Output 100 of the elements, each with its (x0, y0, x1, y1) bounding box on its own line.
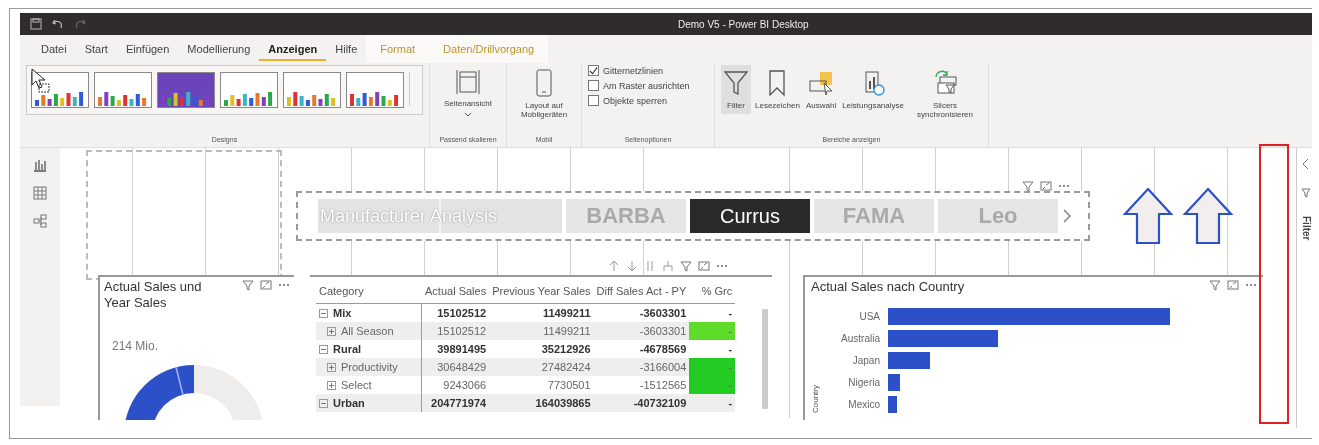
logo-text: FAMA (842, 203, 906, 229)
save-icon[interactable] (30, 18, 42, 30)
expand-icon[interactable] (327, 362, 336, 372)
filter-icon[interactable] (242, 279, 254, 291)
pane-button[interactable]: Slicers synchronisieren (908, 65, 982, 123)
checkbox[interactable]: Am Raster ausrichten (588, 80, 690, 91)
table-cell: -40732109 (593, 394, 690, 412)
focus-mode-icon[interactable] (1227, 279, 1239, 291)
collapse-icon[interactable] (319, 398, 328, 408)
column-header[interactable]: % Grc (689, 277, 736, 304)
ribbon-tab[interactable]: Einfügen (116, 35, 179, 63)
sync-icon (932, 69, 958, 97)
table-cell: -1512565 (593, 376, 690, 394)
window-title: Demo V5 - Power BI Desktop (678, 18, 809, 30)
table-cell: -3166004 (593, 358, 690, 376)
column-header[interactable]: Diff Sales Act - PY (593, 277, 690, 304)
table-cell: - (689, 340, 736, 358)
table-cell: - (689, 376, 736, 394)
theme-thumbnail[interactable] (220, 72, 278, 108)
logo-text: Currus (720, 204, 780, 228)
ribbon-tab[interactable]: Start (75, 35, 117, 63)
redo-icon[interactable] (74, 18, 86, 30)
pane-label[interactable]: Filter (1300, 216, 1312, 241)
expand-hierarchy-icon[interactable] (662, 260, 674, 272)
table-cell: - (689, 394, 736, 412)
logo-text: BARBA (586, 203, 666, 229)
axis-label: Australia (840, 333, 880, 344)
table-icon[interactable] (33, 186, 47, 200)
theme-thumbnail[interactable] (346, 72, 404, 108)
table-cell: 39891495 (422, 340, 490, 358)
theme-thumbnail[interactable] (157, 72, 215, 108)
model-icon[interactable] (33, 214, 47, 228)
pane-button[interactable]: Auswahl (803, 65, 839, 114)
check-icon (589, 65, 598, 76)
table-cell: 30648429 (422, 358, 490, 376)
filter-icon[interactable] (1209, 279, 1221, 291)
caret-icon (464, 112, 472, 118)
table-cell: 11499211 (489, 322, 594, 340)
up-arrow-icon[interactable] (1122, 186, 1174, 246)
chevron-left-icon[interactable] (1302, 158, 1310, 170)
checkbox[interactable]: Gitternetzlinien (588, 65, 664, 76)
theme-thumbnail[interactable] (283, 72, 341, 108)
table-cell: 27482424 (489, 358, 594, 376)
pane-button[interactable]: Lesezeichen (753, 65, 802, 114)
page-view-button[interactable]: Seitenansicht (436, 65, 500, 122)
phone-icon (535, 69, 553, 97)
row-header: Urban (333, 397, 365, 409)
filter-icon[interactable] (1022, 180, 1034, 192)
row-header: Productivity (341, 361, 398, 373)
data-label: 214 Mio. (112, 339, 160, 353)
axis-label: Mexico (847, 399, 880, 410)
axis-label: Japan (851, 355, 880, 366)
table-cell: -4678569 (593, 340, 690, 358)
chevron-right-icon[interactable] (1062, 208, 1072, 224)
table-cell: 11499211 (489, 303, 594, 322)
pane-button[interactable]: Leistungsanalyse (840, 65, 906, 114)
table-cell: 35212926 (489, 340, 594, 358)
column-header[interactable]: Actual Sales (422, 277, 490, 304)
filter-icon[interactable] (680, 260, 692, 272)
pane-button[interactable]: Filter (721, 65, 751, 114)
table-cell: 15102512 (422, 303, 490, 322)
filter-icon (723, 69, 749, 97)
ribbon-tab[interactable]: Anzeigen (259, 35, 327, 63)
scrollbar[interactable] (762, 309, 768, 409)
axis-label: USA (858, 311, 880, 322)
checkbox[interactable]: Objekte sperren (588, 95, 668, 106)
row-header: Mix (333, 307, 352, 319)
report-view-icon[interactable] (33, 158, 47, 172)
focus-mode-icon[interactable] (1040, 180, 1052, 192)
up-arrow-icon[interactable] (1182, 186, 1234, 246)
table-cell: - (689, 303, 736, 322)
ribbon-tab[interactable]: Modellierung (178, 35, 260, 63)
table-cell: 9243066 (422, 376, 490, 394)
row-header: Select (341, 379, 372, 391)
bar (888, 374, 900, 391)
column-header[interactable]: Previous Year Sales (489, 277, 594, 304)
theme-thumbnail[interactable] (94, 72, 152, 108)
collapse-icon[interactable] (319, 344, 328, 354)
mobile-layout-button[interactable]: Layout auf Mobilgeräten (513, 65, 575, 123)
ribbon-tab[interactable]: Datei (32, 35, 76, 63)
logo-tile[interactable]: Currus (690, 199, 810, 233)
expand-icon[interactable] (327, 380, 336, 390)
table-cell: -3603301 (593, 303, 690, 322)
bar (888, 396, 897, 413)
column-header[interactable]: Category (316, 277, 422, 304)
arrow-down-icon[interactable] (626, 260, 638, 272)
focus-mode-icon[interactable] (260, 279, 272, 291)
table-cell: 7730501 (489, 376, 594, 394)
chart-title: Actual Sales nach Country (811, 279, 965, 294)
table-cell: 164039865 (489, 394, 594, 412)
row-header: Rural (333, 343, 362, 355)
filter-icon[interactable] (1301, 188, 1311, 198)
table-cell: - (689, 358, 736, 376)
collapse-icon[interactable] (319, 308, 328, 318)
undo-icon[interactable] (52, 18, 64, 30)
ribbon-tab[interactable]: Hilfe (326, 35, 367, 63)
axis-title: Country (811, 385, 820, 413)
expand-icon[interactable] (327, 326, 336, 336)
focus-mode-icon[interactable] (698, 260, 710, 272)
arrow-up-icon[interactable] (608, 260, 620, 272)
